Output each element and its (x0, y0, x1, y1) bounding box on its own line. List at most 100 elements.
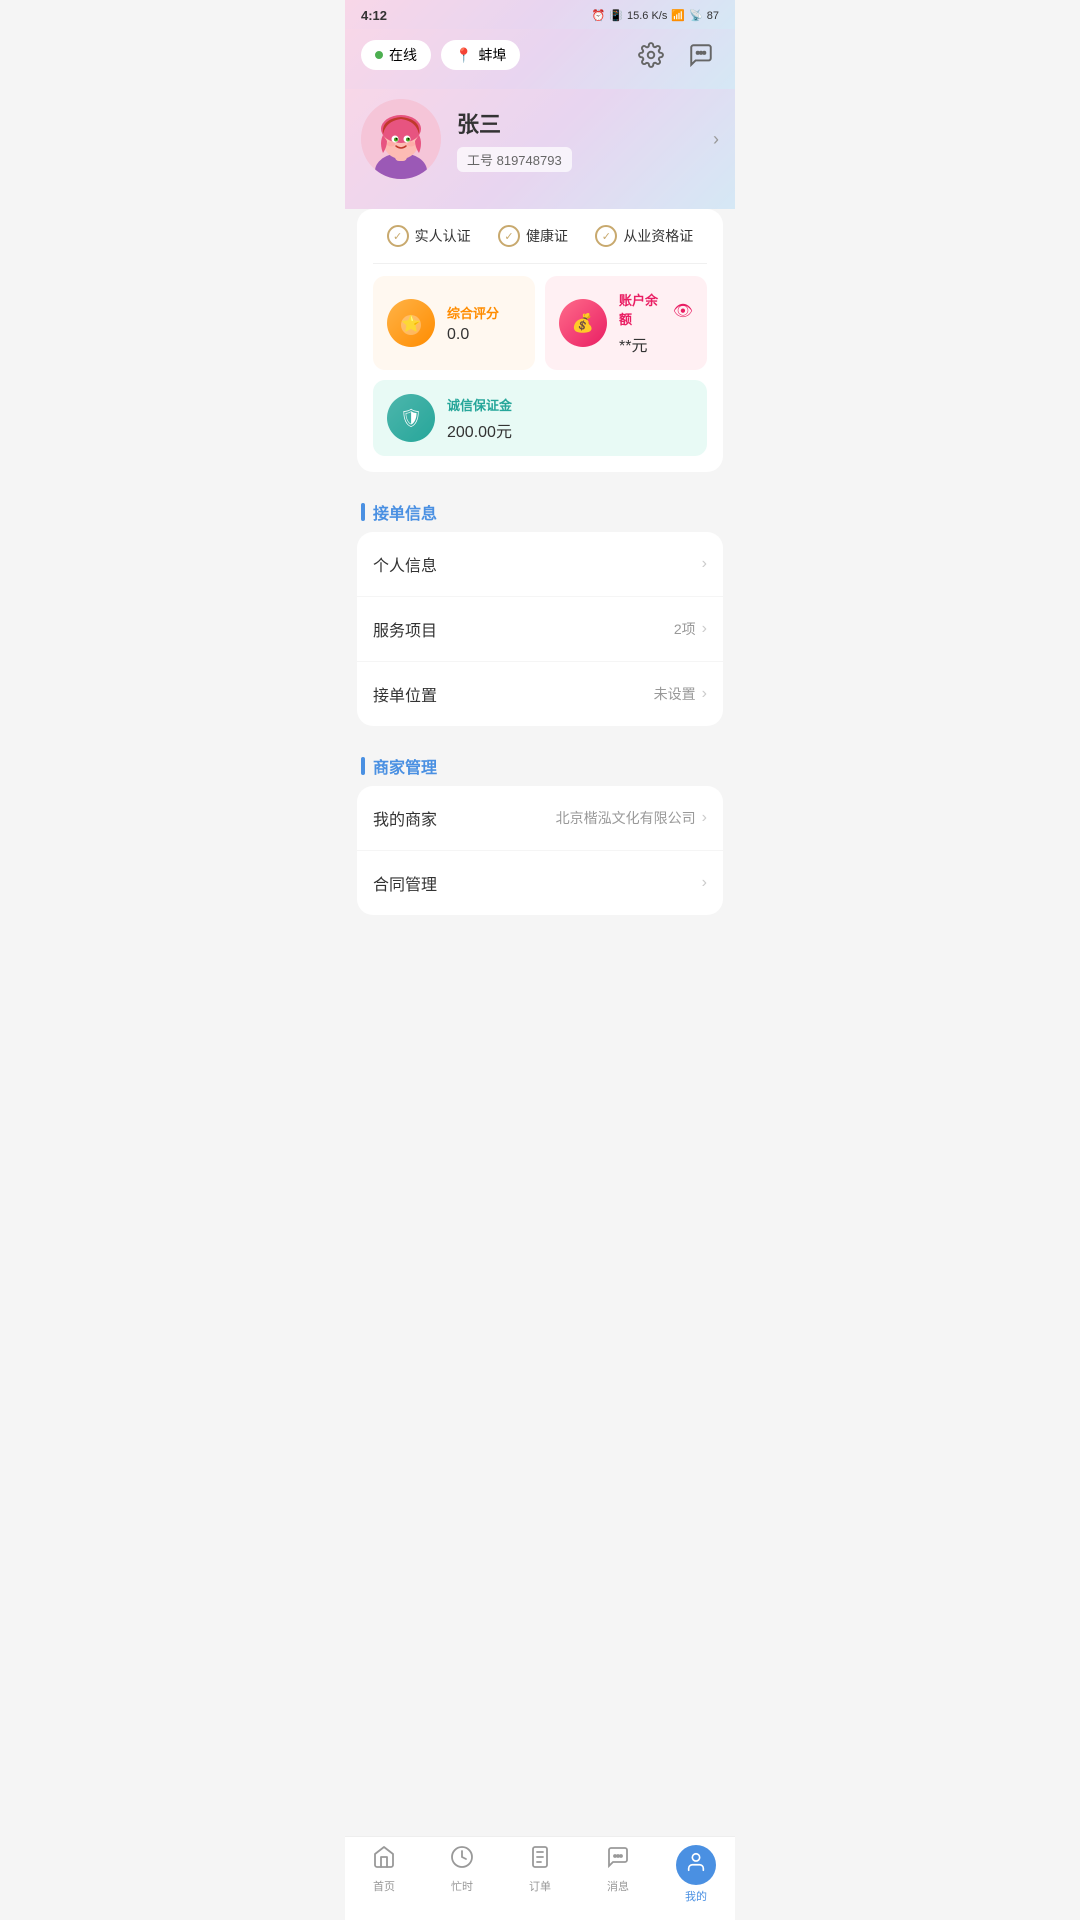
nav-orders[interactable]: 订单 (501, 1845, 579, 1904)
contract-arrow: › (702, 874, 707, 892)
eye-icon[interactable]: 👁 (673, 301, 693, 321)
battery-indicator: 87 (707, 10, 719, 22)
bottom-nav: 首页 忙时 订单 (345, 1836, 735, 1920)
header-left: 在线 📍 蚌埠 (361, 40, 520, 70)
balance-info: 账户余额 👁 **元 (619, 290, 693, 356)
stats-grid: ⭐ 综合评分 0.0 💰 (373, 276, 707, 370)
nav-home-label: 首页 (373, 1878, 395, 1894)
service-items-label: 服务项目 (373, 617, 437, 641)
nav-mine-label: 我的 (685, 1888, 707, 1904)
status-bar: 4:12 ⏰ 📳 15.6 K/s 📶 📡 87 (345, 0, 735, 29)
my-merchant-right: 北京楷泓文化有限公司 › (556, 808, 707, 828)
nav-mine-bg (676, 1845, 716, 1885)
certifications-row: ✓ 实人认证 ✓ 健康证 ✓ 从业资格证 (373, 225, 707, 264)
location-pin-icon: 📍 (455, 47, 472, 64)
main-content: ✓ 实人认证 ✓ 健康证 ✓ 从业资格证 (345, 209, 735, 1007)
contract-management-item[interactable]: 合同管理 › (357, 851, 723, 915)
svg-text:💰: 💰 (572, 312, 594, 334)
svg-text:🛡: 🛡 (400, 408, 423, 428)
personal-info-item[interactable]: 个人信息 › (357, 532, 723, 597)
cert-item-real-name: ✓ 实人认证 (387, 225, 471, 247)
home-icon (372, 1845, 396, 1875)
location-label: 蚌埠 (478, 45, 506, 65)
balance-value: **元 (619, 332, 693, 356)
score-value: 0.0 (447, 326, 521, 344)
deposit-value: 200.00元 (447, 418, 693, 442)
order-location-value: 未设置 (654, 684, 696, 704)
cert-item-health: ✓ 健康证 (498, 225, 568, 247)
profile-section: 张三 工号 819748793 › (345, 89, 735, 209)
deposit-label: 诚信保证金 (447, 395, 693, 414)
header-bar: 在线 📍 蚌埠 (345, 29, 735, 89)
order-location-item[interactable]: 接单位置 未设置 › (357, 662, 723, 726)
deposit-row: 🛡 诚信保证金 200.00元 (373, 380, 707, 456)
nav-messages[interactable]: 消息 (579, 1845, 657, 1904)
merchant-section-title: 商家管理 (373, 754, 437, 778)
messages-icon (606, 1845, 630, 1875)
orders-icon (528, 1845, 552, 1875)
service-items-item[interactable]: 服务项目 2项 › (357, 597, 723, 662)
nav-orders-label: 订单 (529, 1878, 551, 1894)
service-items-arrow: › (702, 620, 707, 638)
profile-employee-id: 工号 819748793 (457, 147, 572, 172)
balance-header: 账户余额 👁 (619, 290, 693, 332)
profile-detail-arrow[interactable]: › (713, 129, 719, 150)
service-items-value: 2项 (674, 619, 696, 639)
vibrate-icon: 📳 (609, 9, 623, 22)
avatar (361, 99, 441, 179)
balance-label: 账户余额 (619, 290, 667, 328)
online-status-badge[interactable]: 在线 (361, 40, 431, 70)
balance-icon: 💰 (559, 299, 607, 347)
score-card[interactable]: ⭐ 综合评分 0.0 (373, 276, 535, 370)
personal-info-label: 个人信息 (373, 552, 437, 576)
my-merchant-item[interactable]: 我的商家 北京楷泓文化有限公司 › (357, 786, 723, 851)
settings-button[interactable] (633, 37, 669, 73)
cert-label-qual: 从业资格证 (623, 226, 693, 246)
order-info-section-header: 接单信息 (345, 484, 735, 532)
nav-busy[interactable]: 忙时 (423, 1845, 501, 1904)
status-time: 4:12 (361, 8, 387, 23)
mine-icon (685, 1851, 707, 1879)
contract-label: 合同管理 (373, 871, 437, 895)
order-info-title: 接单信息 (373, 500, 437, 524)
order-location-right: 未设置 › (654, 684, 707, 704)
speed-indicator: 15.6 K/s (627, 10, 667, 22)
online-dot (375, 51, 383, 59)
cert-check-real: ✓ (387, 225, 409, 247)
nav-messages-label: 消息 (607, 1878, 629, 1894)
merchant-section-header: 商家管理 (345, 738, 735, 786)
cert-stats-card: ✓ 实人认证 ✓ 健康证 ✓ 从业资格证 (357, 209, 723, 472)
support-button[interactable] (683, 37, 719, 73)
cert-label-real: 实人认证 (415, 226, 471, 246)
cert-check-health: ✓ (498, 225, 520, 247)
merchant-menu: 我的商家 北京楷泓文化有限公司 › 合同管理 › (357, 786, 723, 915)
nav-mine[interactable]: 我的 (657, 1845, 735, 1904)
header-icons (633, 37, 719, 73)
my-merchant-label: 我的商家 (373, 806, 437, 830)
nav-home[interactable]: 首页 (345, 1845, 423, 1904)
section-bar (361, 503, 365, 521)
cert-label-health: 健康证 (526, 226, 568, 246)
service-items-right: 2项 › (674, 619, 707, 639)
signal-icon: 📡 (689, 9, 703, 22)
merchant-section-bar (361, 757, 365, 775)
order-location-arrow: › (702, 685, 707, 703)
cert-item-qualification: ✓ 从业资格证 (595, 225, 693, 247)
profile-name: 张三 (457, 107, 697, 139)
location-badge[interactable]: 📍 蚌埠 (441, 40, 520, 70)
score-label: 综合评分 (447, 303, 521, 322)
order-location-label: 接单位置 (373, 682, 437, 706)
my-merchant-arrow: › (702, 809, 707, 827)
alarm-icon: ⏰ (592, 9, 606, 22)
deposit-info: 诚信保证金 200.00元 (447, 395, 693, 442)
busy-icon (450, 1845, 474, 1875)
my-merchant-value: 北京楷泓文化有限公司 (556, 808, 696, 828)
status-icons: ⏰ 📳 15.6 K/s 📶 📡 87 (592, 9, 719, 22)
nav-busy-label: 忙时 (451, 1878, 473, 1894)
profile-info: 张三 工号 819748793 (457, 107, 697, 172)
svg-text:⭐: ⭐ (401, 314, 421, 333)
balance-card[interactable]: 💰 账户余额 👁 **元 (545, 276, 707, 370)
deposit-card[interactable]: 🛡 诚信保证金 200.00元 (373, 380, 707, 456)
personal-info-arrow: › (702, 555, 707, 573)
score-icon: ⭐ (387, 299, 435, 347)
